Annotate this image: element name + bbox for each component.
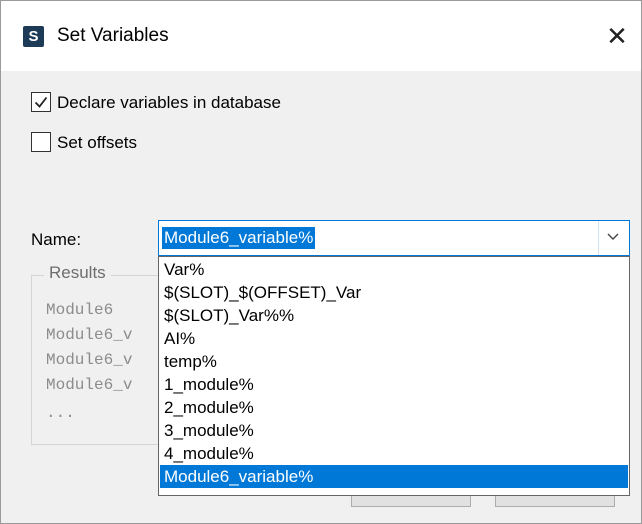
dropdown-option[interactable]: $(SLOT)_Var%%: [160, 304, 628, 327]
dropdown-option[interactable]: 3_module%: [160, 419, 628, 442]
chevron-down-icon: [607, 233, 619, 240]
set-offsets-checkbox[interactable]: [31, 132, 51, 152]
results-line: Module6: [46, 301, 114, 319]
checkmark-icon: [34, 96, 48, 108]
app-logo-icon: S: [23, 26, 44, 47]
dropdown-option[interactable]: 4_module%: [160, 442, 628, 465]
name-label: Name:: [31, 230, 82, 249]
dropdown-option[interactable]: AI%: [160, 327, 628, 350]
set-variables-dialog: S Set Variables ✕ Declare variables in d…: [0, 0, 642, 524]
dropdown-button[interactable]: [598, 221, 629, 255]
set-offsets-label[interactable]: Set offsets: [57, 133, 137, 153]
dropdown-option[interactable]: 1_module%: [160, 373, 628, 396]
dropdown-option[interactable]: temp%: [160, 350, 628, 373]
title-bar: S Set Variables ✕: [1, 1, 641, 71]
results-line: Module6_v: [46, 326, 133, 344]
name-combobox-value[interactable]: Module6_variable%: [162, 227, 316, 249]
close-icon[interactable]: ✕: [599, 19, 635, 55]
results-title: Results: [44, 263, 111, 283]
results-line: ...: [46, 404, 75, 422]
window-title: Set Variables: [57, 25, 169, 46]
dropdown-option[interactable]: $(SLOT)_$(OFFSET)_Var: [160, 281, 628, 304]
declare-variables-label[interactable]: Declare variables in database: [57, 93, 281, 113]
results-line: Module6_v: [46, 376, 133, 394]
dropdown-option[interactable]: 2_module%: [160, 396, 628, 419]
results-line: Module6_v: [46, 351, 133, 369]
dropdown-option[interactable]: Module6_variable%: [160, 465, 628, 488]
name-combobox[interactable]: Module6_variable%: [158, 220, 630, 256]
name-dropdown-list: Var% $(SLOT)_$(OFFSET)_Var $(SLOT)_Var%%…: [158, 256, 630, 496]
dropdown-option[interactable]: Var%: [160, 258, 628, 281]
declare-variables-checkbox[interactable]: [31, 92, 51, 112]
